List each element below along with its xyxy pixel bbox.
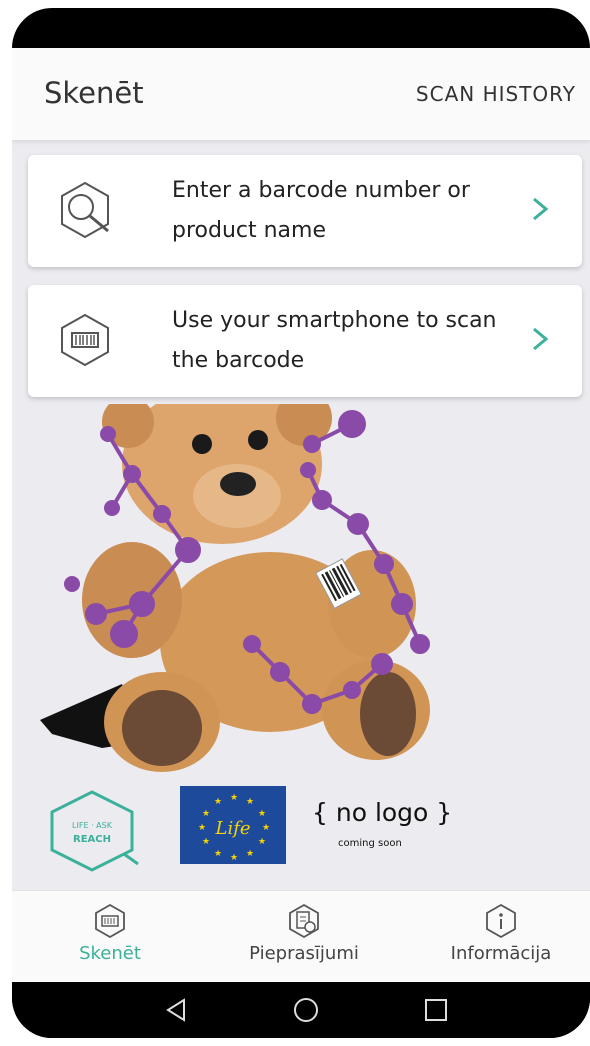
teddy-bear-illustration	[40, 404, 430, 772]
app-screen: Skenēt SCAN HISTORY Enter a barcode numb…	[12, 48, 590, 983]
coming-soon-text: coming soon	[338, 838, 402, 849]
svg-text:★: ★	[230, 793, 238, 803]
chevron-right-icon	[533, 327, 549, 351]
scan-history-button[interactable]: SCAN HISTORY	[416, 82, 576, 106]
svg-text:★: ★	[198, 823, 206, 833]
svg-text:★: ★	[258, 809, 266, 819]
scan-card-label: Use your smartphone to scan the barcode	[172, 308, 497, 373]
document-clock-icon	[289, 903, 319, 939]
svg-text:★: ★	[214, 797, 222, 807]
search-barcode-card[interactable]: Enter a barcode number or product name	[28, 155, 582, 267]
tab-informacija-label: Informācija	[450, 943, 552, 964]
partner-logos: LIFE · ASK REACH ★ ★ ★ ★ ★ ★ ★ ★ ★ ★ ★ ★ Life { …	[12, 786, 590, 878]
reach-logo-subtitle: LIFE · ASK	[72, 821, 113, 830]
svg-text:★: ★	[246, 797, 254, 807]
life-ask-reach-logo: LIFE · ASK REACH	[50, 790, 139, 872]
svg-text:★: ★	[230, 853, 238, 863]
barcode-scan-icon	[61, 313, 109, 367]
search-card-label: Enter a barcode number or product name	[172, 178, 470, 243]
home-circle-icon[interactable]	[290, 994, 322, 1026]
scan-barcode-card[interactable]: Use your smartphone to scan the barcode	[28, 285, 582, 397]
app-bar: Skenēt SCAN HISTORY	[12, 48, 590, 141]
barcode-scan-icon	[95, 903, 125, 939]
svg-text:★: ★	[202, 837, 210, 847]
tab-skenet[interactable]: Skenēt	[52, 891, 168, 983]
phone-frame: Skenēt SCAN HISTORY Enter a barcode numb…	[12, 8, 590, 1038]
svg-text:★: ★	[258, 837, 266, 847]
eu-life-text: Life	[214, 818, 250, 839]
tab-informacija[interactable]: Informācija	[436, 891, 566, 983]
svg-text:★: ★	[214, 849, 222, 859]
svg-text:★: ★	[202, 809, 210, 819]
info-icon	[486, 903, 516, 939]
back-triangle-icon[interactable]	[160, 994, 192, 1026]
no-logo-text: { no logo }	[312, 798, 453, 827]
magnifier-hexagon-icon	[61, 181, 109, 239]
tab-skenet-label: Skenēt	[79, 943, 141, 964]
system-nav-bar	[12, 982, 590, 1038]
eu-life-logo: ★ ★ ★ ★ ★ ★ ★ ★ ★ ★ ★ ★ Life	[180, 786, 286, 864]
tab-pieprasijumi[interactable]: Pieprasījumi	[234, 891, 374, 983]
tab-pieprasijumi-label: Pieprasījumi	[249, 943, 359, 964]
svg-text:★: ★	[246, 849, 254, 859]
svg-text:★: ★	[262, 823, 270, 833]
recents-square-icon[interactable]	[420, 994, 452, 1026]
app-title: Skenēt	[44, 76, 144, 110]
reach-logo-name: REACH	[73, 834, 111, 845]
chevron-right-icon	[533, 197, 549, 221]
bottom-tab-bar: Skenēt Pieprasījumi Informācija	[12, 890, 590, 983]
